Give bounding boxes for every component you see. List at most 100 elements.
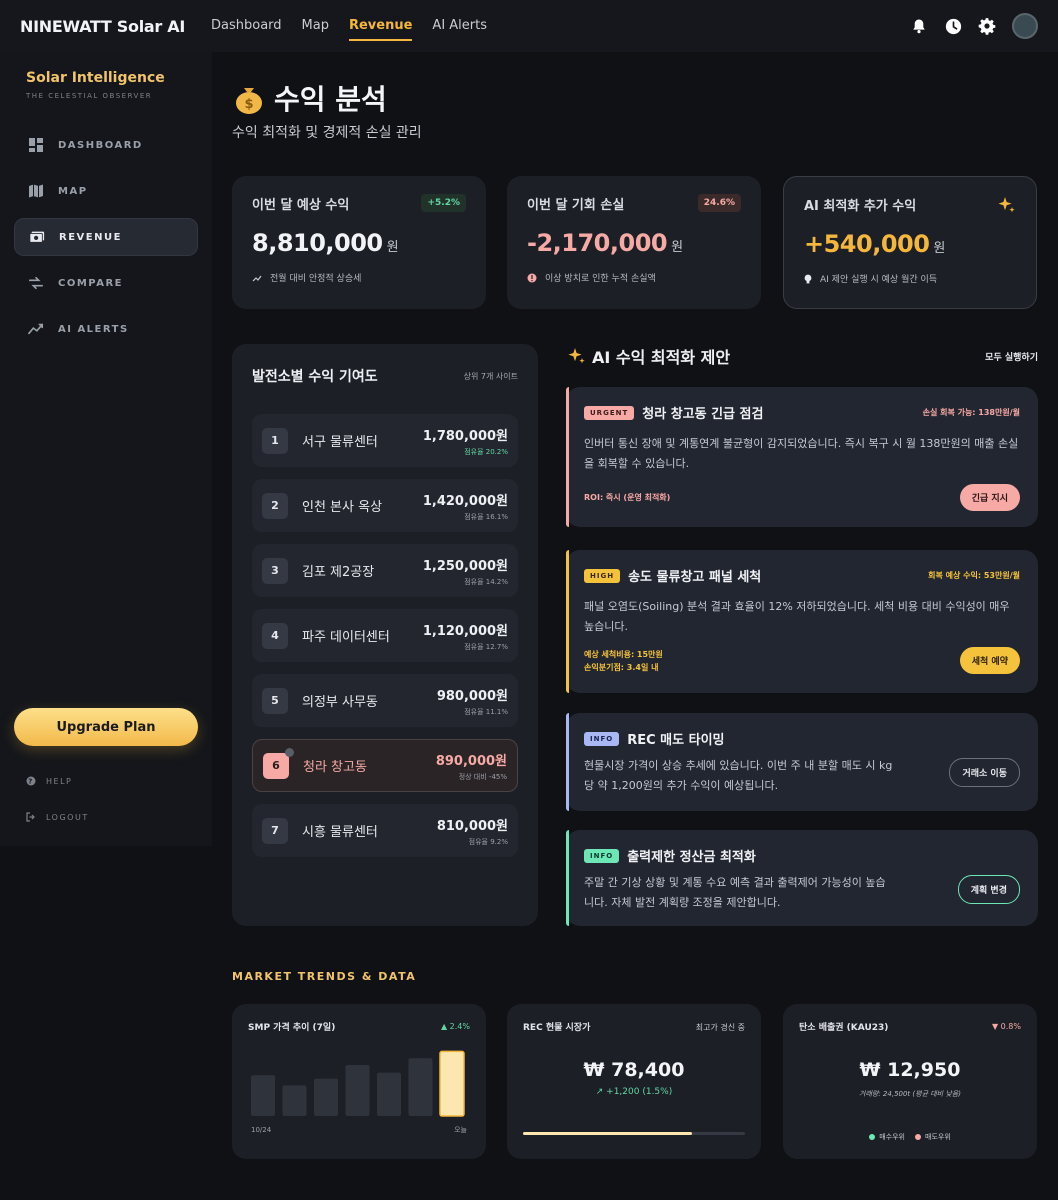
- urgent-order-button[interactable]: 긴급 지시: [959, 484, 1020, 511]
- sidebar-title: Solar Intelligence: [26, 70, 165, 86]
- kpi-unit: 원: [386, 240, 399, 255]
- suggestion-header: HIGH 송도 물류창고 패널 세척 회복 예상 수익: 53만원/월: [584, 566, 1020, 585]
- ai-suggestions-header: AI 수익 최적화 제안 모두 실행하기: [566, 344, 1038, 368]
- list-item[interactable]: 2 인천 본사 옥상 1,420,000원 점유율 16.1%: [252, 479, 518, 532]
- kpi-value: +540,000 원: [804, 230, 1016, 258]
- list-item[interactable]: 1 서구 물류센터 1,780,000원 점유율 20.2%: [252, 414, 518, 467]
- rank-badge: 6: [263, 752, 289, 779]
- site-amount-block: 980,000원 점유율 11.1%: [437, 685, 508, 717]
- gear-icon[interactable]: [978, 17, 996, 35]
- sidebar-item-revenue[interactable]: REVENUE: [14, 218, 198, 256]
- suggestion-body: 패널 오염도(Soiling) 분석 결과 효율이 12% 저하되었습니다. 세…: [584, 600, 1010, 633]
- suggestion-card-info-rec: INFO REC 매도 타이밍 현물시장 가격이 상승 추세에 있습니다. 이번…: [566, 713, 1038, 811]
- legend-item-buy: 매수우위: [869, 1132, 905, 1142]
- sidebar-subtitle: THE CELESTIAL OBSERVER: [26, 92, 153, 100]
- logout-icon: [26, 812, 35, 822]
- status-dot: [285, 748, 294, 757]
- help-link[interactable]: ? HELP: [26, 776, 72, 786]
- carbon-title: 탄소 배출권 (KAU23): [799, 1023, 889, 1033]
- suggestion-body: 현물시장 가격이 상승 추세에 있습니다. 이번 주 내 분할 매도 시 kg당…: [584, 759, 893, 792]
- upgrade-plan-button[interactable]: Upgrade Plan: [14, 708, 198, 746]
- brand-logo[interactable]: NINEWATT Solar AI: [20, 17, 185, 36]
- list-item[interactable]: 5 의정부 사무동 980,000원 점유율 11.1%: [252, 674, 518, 727]
- legend-label: 매수우위: [879, 1133, 905, 1141]
- help-icon: ?: [26, 776, 36, 786]
- smp-bar-chart: 10/24 오늘: [251, 1050, 468, 1134]
- bulb-icon: [804, 274, 812, 283]
- suggestion-title: 청라 창고동 긴급 점검: [642, 407, 764, 422]
- market-section-label: MARKET TRENDS & DATA: [232, 970, 417, 983]
- list-item[interactable]: 4 파주 데이터센터 1,120,000원 점유율 12.7%: [252, 609, 518, 662]
- smp-bar: [314, 1078, 338, 1116]
- site-name: 의정부 사무동: [302, 695, 378, 710]
- revenue-icon: [29, 229, 45, 245]
- alert-icon: [527, 273, 537, 282]
- smp-card: SMP 가격 추이 (7일) ▲ 2.4% 10/24 오늘: [232, 1004, 486, 1159]
- nav-ai-alerts[interactable]: AI Alerts: [432, 12, 487, 41]
- suggestion-header: INFO 출력제한 정산금 최적화: [584, 846, 1020, 865]
- legend-item-sell: 매도우위: [915, 1132, 951, 1142]
- kpi-value: -2,170,000 원: [527, 229, 741, 257]
- rec-card: REC 현물 시장가 최고가 경신 중 ₩ 78,400 ↗ +1,200 (1…: [507, 1004, 761, 1159]
- kpi-opportunity-loss: 이번 달 기회 손실 24.6% -2,170,000 원 이상 방치로 인한 누…: [507, 176, 761, 309]
- list-item[interactable]: 3 김포 제2공장 1,250,000원 점유율 14.2%: [252, 544, 518, 597]
- smp-bar: [251, 1075, 275, 1116]
- page-title-text: 수익 분석: [274, 83, 387, 116]
- rank-badge: 4: [262, 622, 288, 649]
- dashboard-icon: [28, 137, 44, 153]
- nav-map[interactable]: Map: [302, 12, 329, 41]
- site-amount: 1,120,000원: [422, 623, 508, 639]
- tag-info: INFO: [584, 848, 620, 863]
- suggestion-footer: 예상 세척비용: 15만원 손익분기점: 3.4일 내 세척 예약: [584, 647, 1020, 674]
- avatar[interactable]: [1012, 13, 1038, 39]
- kpi-value-number: +540,000: [804, 230, 930, 258]
- suggestion-body: 인버터 통신 장애 및 계통연계 불균형이 감지되었습니다. 즉시 복구 시 월…: [584, 437, 1019, 470]
- cleaning-reserve-button[interactable]: 세척 예약: [959, 647, 1020, 674]
- run-all-button[interactable]: 모두 실행하기: [985, 350, 1038, 363]
- sidebar-nav: DASHBOARD MAP REVENUE COMPARE AI ALERTS: [14, 126, 198, 348]
- sidebar-item-map[interactable]: MAP: [14, 172, 198, 210]
- priority-bar: [566, 830, 569, 926]
- site-amount-block: 1,780,000원 점유율 20.2%: [423, 425, 508, 457]
- clock-icon[interactable]: [944, 17, 962, 35]
- site-share: 점유율 12.7%: [464, 642, 508, 651]
- logout-link[interactable]: LOGOUT: [26, 812, 89, 822]
- rank-badge: 2: [262, 492, 288, 519]
- sidebar-item-compare[interactable]: COMPARE: [14, 264, 198, 302]
- suggestion-cost-block: 예상 세척비용: 15만원 손익분기점: 3.4일 내: [584, 648, 663, 674]
- kpi-unit: 원: [671, 240, 683, 255]
- kpi-note-text: 이상 방치로 인한 누적 손실액: [545, 274, 656, 284]
- site-share: 정상 대비 -45%: [458, 772, 507, 781]
- suggestion-impact: 회복 예상 수익: 53만원/월: [928, 571, 1020, 580]
- site-amount-block: 890,000원 정상 대비 -45%: [436, 750, 507, 782]
- map-icon: [28, 183, 44, 199]
- list-item[interactable]: 7 시흥 물류센터 810,000원 점유율 9.2%: [252, 804, 518, 857]
- kpi-ai-extra-revenue: AI 최적화 추가 수익 +540,000 원 AI 제안 실행 시 예상 월간 …: [783, 176, 1037, 309]
- sidebar-item-dashboard[interactable]: DASHBOARD: [14, 126, 198, 164]
- nav-revenue[interactable]: Revenue: [348, 12, 413, 41]
- smp-change: ▲ 2.4%: [440, 1022, 470, 1031]
- list-item-highlighted[interactable]: 6 청라 창고동 890,000원 정상 대비 -45%: [252, 739, 518, 792]
- suggestion-title: 송도 물류창고 패널 세척: [628, 570, 762, 585]
- site-name: 김포 제2공장: [302, 565, 375, 580]
- site-amount: 810,000원: [436, 818, 508, 834]
- sidebar-item-label: MAP: [58, 185, 88, 197]
- money-bag-icon: $: [236, 88, 262, 114]
- suggestion-title: 출력제한 정산금 최적화: [627, 850, 756, 865]
- contribution-meta: 상위 7개 사이트: [463, 371, 518, 381]
- priority-bar: [566, 387, 569, 527]
- rank-badge: 3: [262, 557, 288, 584]
- suggestion-header: INFO REC 매도 타이밍: [584, 729, 1020, 748]
- plan-change-button[interactable]: 계획 변경: [957, 874, 1020, 904]
- sidebar-item-label: DASHBOARD: [58, 139, 143, 151]
- help-label: HELP: [46, 776, 73, 786]
- nav-dashboard[interactable]: Dashboard: [211, 12, 282, 41]
- trend-up-icon: [252, 275, 262, 281]
- bell-icon[interactable]: [910, 17, 928, 35]
- smp-bar: [408, 1058, 433, 1116]
- sidebar-item-ai-alerts[interactable]: AI ALERTS: [14, 310, 198, 348]
- top-nav: Dashboard Map Revenue AI Alerts: [211, 12, 487, 41]
- site-share: 점유율 14.2%: [464, 577, 508, 586]
- kpi-note: 전월 대비 안정적 상승세: [252, 271, 466, 284]
- exchange-button[interactable]: 거래소 이동: [949, 757, 1020, 787]
